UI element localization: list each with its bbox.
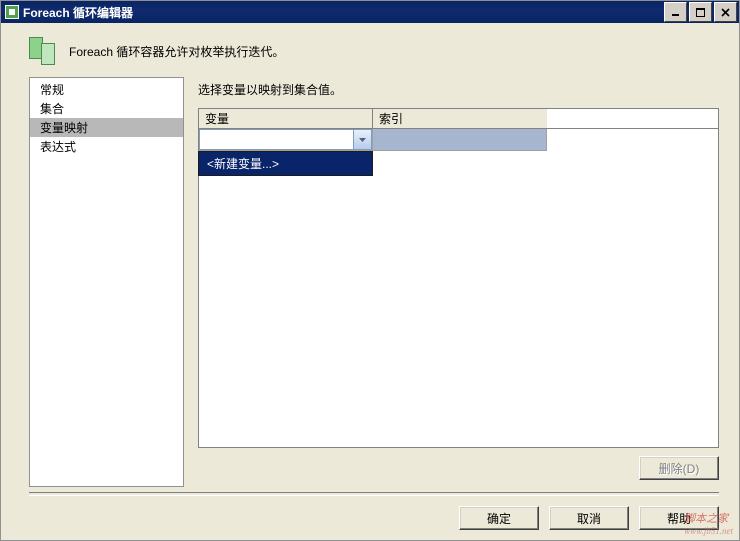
chevron-down-icon xyxy=(359,138,366,142)
app-icon xyxy=(5,5,19,19)
sidebar: 常规 集合 变量映射 表达式 xyxy=(29,77,184,487)
sidebar-item-variable-mapping[interactable]: 变量映射 xyxy=(30,118,183,137)
variable-dropdown[interactable]: <新建变量...> xyxy=(198,151,373,176)
minimize-button[interactable] xyxy=(664,2,687,22)
window: Foreach 循环编辑器 Foreach 循环容器允许对枚举执行迭代。 常规 … xyxy=(0,0,740,541)
cell-variable[interactable] xyxy=(199,129,373,151)
titlebar: Foreach 循环编辑器 xyxy=(1,1,739,23)
close-button[interactable] xyxy=(714,2,737,22)
content-panel: 选择变量以映射到集合值。 变量 索引 xyxy=(198,77,719,487)
delete-button[interactable]: 删除(D) xyxy=(639,456,719,480)
maximize-button[interactable] xyxy=(689,2,712,22)
mapping-grid: 变量 索引 xyxy=(198,108,719,448)
help-button[interactable]: 帮助 xyxy=(639,506,719,530)
grid-header-row: 变量 索引 xyxy=(199,109,718,129)
variable-value[interactable] xyxy=(200,130,353,149)
cancel-button[interactable]: 取消 xyxy=(549,506,629,530)
header: Foreach 循环容器允许对枚举执行迭代。 xyxy=(1,23,739,77)
sidebar-item-general[interactable]: 常规 xyxy=(30,80,183,99)
main-area: 常规 集合 变量映射 表达式 选择变量以映射到集合值。 变量 索引 xyxy=(1,77,739,488)
footer: 确定 取消 帮助 xyxy=(1,496,739,540)
column-header-variable[interactable]: 变量 xyxy=(199,109,373,129)
cell-index[interactable] xyxy=(373,129,547,151)
header-description: Foreach 循环容器允许对枚举执行迭代。 xyxy=(69,37,284,60)
instruction-text: 选择变量以映射到集合值。 xyxy=(198,77,719,108)
foreach-icon xyxy=(29,37,57,67)
window-controls xyxy=(662,1,739,23)
sidebar-item-expressions[interactable]: 表达式 xyxy=(30,137,183,156)
delete-row: 删除(D) xyxy=(198,448,719,480)
window-title: Foreach 循环编辑器 xyxy=(23,4,662,21)
sidebar-item-collection[interactable]: 集合 xyxy=(30,99,183,118)
grid-row xyxy=(199,129,718,151)
grid-header-spacer xyxy=(547,109,718,129)
column-header-index[interactable]: 索引 xyxy=(373,109,547,129)
ok-button[interactable]: 确定 xyxy=(459,506,539,530)
dropdown-item-new-variable[interactable]: <新建变量...> xyxy=(199,152,372,175)
dropdown-button[interactable] xyxy=(353,130,371,149)
variable-combobox[interactable] xyxy=(199,129,372,150)
